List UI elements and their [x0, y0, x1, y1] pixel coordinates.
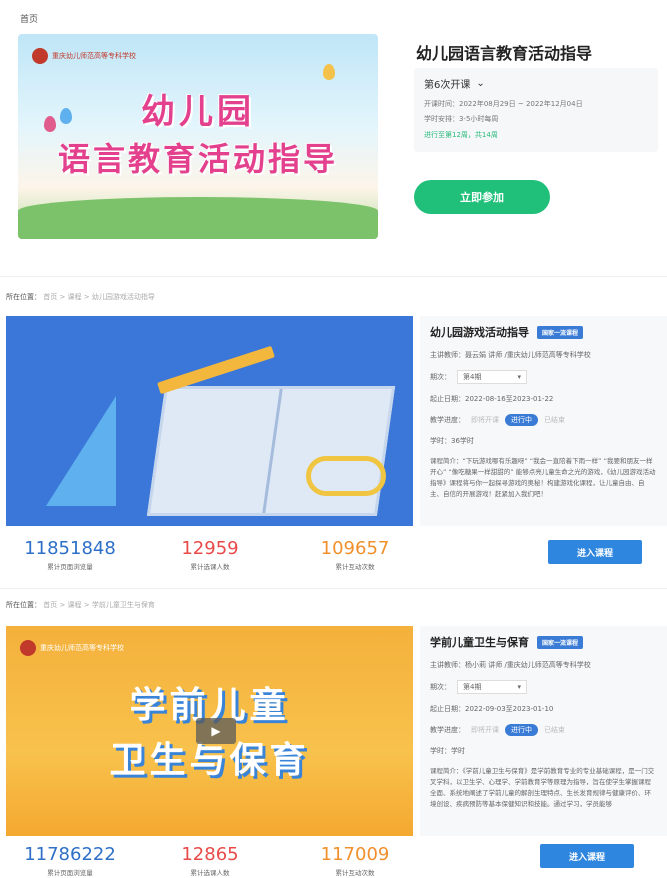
open-book-icon	[146, 386, 396, 516]
stat-label: 累计选课人数	[190, 869, 230, 877]
course-detail-panel: 学前儿童卫生与保育 国家一流课程 主讲教师：杨小莉 讲师 /重庆幼儿师范高等专科…	[420, 626, 667, 836]
enter-course-button[interactable]: 进入课程	[540, 844, 634, 868]
progress-step-ongoing: 进行中	[505, 414, 538, 426]
school-emblem-icon	[20, 640, 36, 656]
stat-label: 累计页面浏览量	[47, 869, 93, 877]
course-detail-panel: 幼儿园游戏活动指导 国家一流课程 主讲教师：聂云娟 讲师 /重庆幼儿师范高等专科…	[420, 316, 667, 526]
school-name: 重庆幼儿师范高等专科学校	[52, 52, 136, 60]
glasses-icon	[306, 456, 386, 496]
progress-text: 进行至第12周，共14周	[424, 131, 498, 139]
course-hours: 学时：36学时	[430, 437, 474, 445]
stat-value: 11851848	[24, 538, 116, 559]
session-value: 第4期	[463, 373, 482, 381]
stat-enrollments: 12959 累计选课人数	[140, 538, 280, 571]
course-banner-image[interactable]: 重庆幼儿师范高等专科学校 幼儿园 语言教育活动指导	[18, 34, 378, 239]
course-description: 课程简介：《学前儿童卫生与保育》是学前教育专业的专业基础课程，是一门交叉学科，以…	[430, 767, 655, 808]
breadcrumb-label: 所在位置：	[6, 293, 41, 301]
stat-page-views: 11851848 累计页面浏览量	[0, 538, 140, 571]
session-label: 期次：	[430, 683, 451, 691]
course-hero: 重庆幼儿师范高等专科学校 幼儿园 语言教育活动指导 幼儿园语言教育活动指导 第6…	[16, 32, 658, 242]
stat-page-views: 11786222 累计页面浏览量	[0, 844, 140, 877]
stat-interactions: 117009 累计互动次数	[280, 844, 430, 877]
progress-label: 教学进度：	[430, 726, 465, 734]
banner-title-line2: 语言教育活动指导	[57, 140, 338, 178]
breadcrumb: 所在位置： 首页 > 课程 > 学前儿童卫生与保育	[6, 600, 155, 610]
teacher-info: 主讲教师：聂云娟 讲师 /重庆幼儿师范高等专科学校	[430, 351, 591, 359]
stat-value: 117009	[320, 844, 390, 865]
progress-step-upcoming: 即将开课	[471, 416, 499, 424]
caret-down-icon: ▾	[517, 373, 521, 381]
session-select[interactable]: 第4期 ▾	[457, 370, 527, 384]
session-label: 第6次开课	[424, 80, 471, 91]
divider	[0, 588, 667, 589]
stat-enrollments: 12865 累计选课人数	[140, 844, 280, 877]
open-time: 开课时间：2022年08月29日 ~ 2022年12月04日	[424, 100, 583, 108]
school-logo: 重庆幼儿师范高等专科学校	[20, 640, 124, 656]
course-cover-image[interactable]	[6, 316, 413, 526]
progress-step-ongoing: 进行中	[505, 724, 538, 736]
session-label: 期次：	[430, 373, 451, 381]
session-box: 第6次开课 ⌄ 开课时间：2022年08月29日 ~ 2022年12月04日 学…	[414, 68, 658, 152]
school-emblem-icon	[32, 48, 48, 64]
course-info-panel: 幼儿园语言教育活动指导 第6次开课 ⌄ 开课时间：2022年08月29日 ~ 2…	[396, 32, 658, 214]
session-select[interactable]: 第4期 ▾	[457, 680, 527, 694]
stat-value: 12959	[181, 538, 239, 559]
progress-step-upcoming: 即将开课	[471, 726, 499, 734]
course-tag-badge: 国家一流课程	[537, 635, 584, 649]
course-cover-image[interactable]: 重庆幼儿师范高等专科学校 学前儿童 卫生与保育 ▶	[6, 626, 413, 836]
caret-down-icon: ▾	[517, 683, 521, 691]
stat-interactions: 109657 累计互动次数	[280, 538, 430, 571]
course-title[interactable]: 幼儿园游戏活动指导	[430, 324, 529, 340]
stat-value: 12865	[181, 844, 239, 865]
course-hours: 学时：学时	[430, 747, 465, 755]
progress-step-ended: 已结束	[544, 416, 565, 424]
breadcrumb-path[interactable]: 首页 > 课程 > 幼儿园游戏活动指导	[43, 293, 155, 301]
teacher-info: 主讲教师：杨小莉 讲师 /重庆幼儿师范高等专科学校	[430, 661, 591, 669]
date-range: 起止日期：2022-08-16至2023-01-22	[430, 395, 554, 403]
session-selector[interactable]: 第6次开课 ⌄	[424, 76, 648, 91]
banner-hills	[18, 197, 378, 239]
breadcrumb-path[interactable]: 首页 > 课程 > 学前儿童卫生与保育	[43, 601, 155, 609]
play-video-button[interactable]: ▶	[196, 718, 236, 744]
stats-row: 11851848 累计页面浏览量 12959 累计选课人数 109657 累计互…	[0, 538, 520, 571]
progress-label: 教学进度：	[430, 416, 465, 424]
banner-title-line1: 幼儿园	[141, 92, 255, 132]
breadcrumb: 所在位置： 首页 > 课程 > 幼儿园游戏活动指导	[6, 292, 155, 302]
session-value: 第4期	[463, 683, 482, 691]
stat-value: 109657	[320, 538, 390, 559]
balloon-icon	[323, 64, 335, 80]
school-name: 重庆幼儿师范高等专科学校	[40, 644, 124, 652]
breadcrumb-label: 所在位置：	[6, 601, 41, 609]
enter-course-button[interactable]: 进入课程	[548, 540, 642, 564]
join-button[interactable]: 立即参加	[414, 180, 550, 214]
course-description: 课程简介：“下玩游戏哪有乐趣呀” “我会一直陪着下雨一样” “我要和朋友一样开心…	[430, 457, 656, 498]
study-plan: 学时安排：3-5小时每周	[424, 115, 499, 123]
progress-step-ended: 已结束	[544, 726, 565, 734]
stat-value: 11786222	[24, 844, 116, 865]
breadcrumb-home[interactable]: 首页	[20, 12, 38, 25]
course-title[interactable]: 学前儿童卫生与保育	[430, 634, 529, 650]
stats-row: 11786222 累计页面浏览量 12865 累计选课人数 117009 累计互…	[0, 844, 520, 877]
date-range: 起止日期：2022-09-03至2023-01-10	[430, 705, 554, 713]
course-title: 幼儿园语言教育活动指导	[416, 44, 593, 63]
school-logo: 重庆幼儿师范高等专科学校	[32, 48, 136, 64]
divider	[0, 276, 667, 277]
course-tag-badge: 国家一流课程	[537, 325, 584, 339]
triangle-ruler-icon	[46, 396, 116, 506]
stat-label: 累计互动次数	[335, 563, 375, 571]
stat-label: 累计选课人数	[190, 563, 230, 571]
stat-label: 累计互动次数	[335, 869, 375, 877]
chevron-down-icon: ⌄	[476, 78, 485, 89]
stat-label: 累计页面浏览量	[47, 563, 93, 571]
balloon-icon	[60, 108, 72, 124]
balloon-icon	[44, 116, 56, 132]
